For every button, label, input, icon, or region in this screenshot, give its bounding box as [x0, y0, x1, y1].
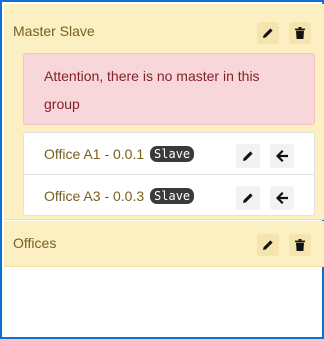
trash-icon — [295, 239, 305, 251]
pencil-icon — [243, 151, 253, 161]
delete-group-button[interactable] — [289, 22, 311, 44]
no-master-alert: Attention, there is no master in this gr… — [23, 53, 315, 125]
set-master-button[interactable] — [270, 186, 294, 210]
device-label: Office A1 - 0.0.1 Slave — [44, 146, 195, 162]
delete-group-button[interactable] — [289, 234, 311, 256]
edit-group-button[interactable] — [257, 22, 279, 44]
group-title: Offices — [13, 235, 57, 251]
groups-panel: Master Slave Attention, there is no mast… — [0, 0, 324, 339]
device-list: Office A1 - 0.0.1 Slave Office A3 - 0.0.… — [23, 132, 315, 216]
pencil-icon — [263, 240, 273, 250]
pencil-icon — [263, 28, 273, 38]
slave-badge: Slave — [150, 188, 195, 204]
list-item: Office A1 - 0.0.1 Slave — [24, 133, 314, 174]
slave-badge: Slave — [150, 146, 195, 162]
group-offices: Offices — [4, 221, 324, 267]
device-name: Office A3 - 0.0.3 — [44, 188, 145, 204]
device-label: Office A3 - 0.0.3 Slave — [44, 188, 195, 204]
arrow-left-icon — [276, 192, 288, 204]
list-item: Office A3 - 0.0.3 Slave — [24, 174, 314, 215]
pencil-icon — [243, 193, 253, 203]
set-master-button[interactable] — [270, 144, 294, 168]
edit-device-button[interactable] — [236, 186, 260, 210]
device-name: Office A1 - 0.0.1 — [44, 146, 145, 162]
group-master-slave: Master Slave Attention, there is no mast… — [4, 4, 324, 220]
trash-icon — [295, 27, 305, 39]
arrow-left-icon — [276, 150, 288, 162]
edit-group-button[interactable] — [257, 234, 279, 256]
edit-device-button[interactable] — [236, 144, 260, 168]
group-title: Master Slave — [13, 23, 95, 39]
